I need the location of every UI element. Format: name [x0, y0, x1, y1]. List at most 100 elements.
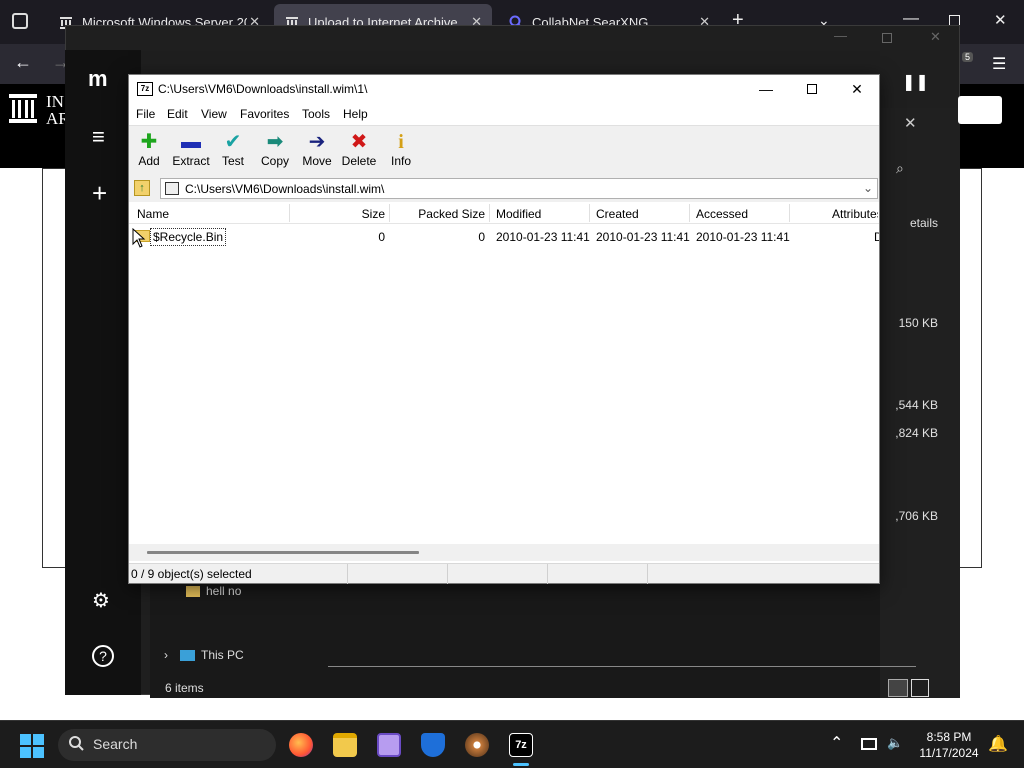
- taskbar-search[interactable]: Search: [58, 729, 276, 761]
- ia-logo[interactable]: IN AR: [8, 92, 70, 127]
- plus-icon[interactable]: +: [92, 178, 107, 209]
- col-packed-size[interactable]: Packed Size: [418, 207, 485, 221]
- drive-icon: [165, 182, 179, 195]
- details-label: etails: [909, 216, 938, 230]
- close-button[interactable]: ✕: [834, 75, 880, 104]
- double-arrow-icon: ➡: [266, 131, 284, 153]
- col-divider: [289, 204, 290, 222]
- minus-icon: ▬: [181, 131, 201, 153]
- menu-edit[interactable]: Edit: [167, 107, 188, 121]
- notification-bell-icon[interactable]: 🔔: [988, 734, 1008, 754]
- explorer-size-column: etails 150 KB ,544 KB ,824 KB ,706 KB: [880, 108, 960, 698]
- minimize-button[interactable]: —: [743, 75, 789, 104]
- explorer-search-box[interactable]: [958, 96, 1002, 124]
- table-row[interactable]: $Recycle.Bin 0 0 2010-01-23 11:41 2010-0…: [129, 224, 879, 248]
- windows-start-icon[interactable]: [20, 734, 44, 761]
- copy-button[interactable]: ➡ Copy: [253, 130, 297, 168]
- toolbar: ✚ Add ▬ Extract ✔ Test ➡ Copy ➔ Move ✖ D…: [129, 125, 879, 175]
- search-icon[interactable]: ⌕: [896, 160, 904, 177]
- info-button[interactable]: i Info: [379, 130, 423, 168]
- tiles-view-icon[interactable]: [911, 679, 929, 697]
- menu-icon[interactable]: ☰: [992, 54, 1006, 74]
- network-icon[interactable]: [861, 738, 877, 750]
- hamburger-icon[interactable]: ≡: [92, 124, 105, 150]
- help-icon[interactable]: ?: [92, 645, 114, 667]
- search-label: Search: [93, 736, 138, 752]
- row-accessed: 2010-01-23 11:41: [696, 230, 790, 244]
- status-segment: [348, 564, 448, 584]
- folder-icon: [186, 585, 200, 597]
- row-packed-size: 0: [478, 230, 485, 244]
- col-attributes[interactable]: Attributes: [832, 207, 878, 221]
- pause-icon[interactable]: ❚❚: [902, 72, 929, 92]
- menu-tools[interactable]: Tools: [302, 107, 330, 121]
- close-window-icon[interactable]: ✕: [994, 11, 1007, 29]
- menu-help[interactable]: Help: [343, 107, 368, 121]
- back-arrow-icon[interactable]: ←: [14, 52, 32, 73]
- maximize-button[interactable]: [789, 75, 835, 104]
- window-title: C:\Users\VM6\Downloads\install.wim\1\: [158, 82, 368, 96]
- move-label: Move: [302, 154, 332, 168]
- restore-icon[interactable]: [882, 33, 892, 43]
- extract-label: Extract: [172, 154, 210, 168]
- clock[interactable]: 8:58 PM 11/17/2024: [916, 729, 982, 761]
- test-button[interactable]: ✔ Test: [211, 130, 255, 168]
- extract-button[interactable]: ▬ Extract: [169, 130, 213, 168]
- active-app-indicator: [513, 763, 529, 766]
- floppy-app-icon[interactable]: [377, 733, 401, 757]
- copy-label: Copy: [260, 154, 289, 168]
- chevron-right-icon[interactable]: ›: [164, 648, 168, 662]
- mouse-cursor-icon: [132, 227, 146, 251]
- row-modified: 2010-01-23 11:41: [496, 230, 590, 244]
- add-button[interactable]: ✚ Add: [127, 130, 171, 168]
- taskbar: Search 7z ⌃ 🔈 8:58 PM 11/17/2024 🔔: [0, 720, 1024, 768]
- 7zip-taskbar-icon[interactable]: 7z: [509, 733, 533, 757]
- status-bar: 0 / 9 object(s) selected: [129, 563, 879, 584]
- details-view-icon[interactable]: [888, 679, 908, 697]
- scrollbar-thumb[interactable]: [147, 551, 419, 554]
- menu-view[interactable]: View: [201, 107, 227, 121]
- col-name[interactable]: Name: [137, 207, 169, 221]
- list-header: Name Size Packed Size Modified Created A…: [129, 202, 879, 224]
- settings-sliders-icon[interactable]: ⚙: [92, 588, 110, 613]
- status-segment: [548, 564, 648, 584]
- address-input[interactable]: C:\Users\VM6\Downloads\install.wim\ ⌄: [160, 178, 878, 199]
- tree-item-label: This PC: [201, 648, 244, 662]
- col-divider: [589, 204, 590, 222]
- clock-time: 8:58 PM: [926, 730, 972, 744]
- delete-button[interactable]: ✖ Delete: [337, 130, 381, 168]
- close-icon[interactable]: ✕: [904, 114, 917, 132]
- file-explorer-icon[interactable]: [333, 733, 357, 757]
- item-count: 6 items: [165, 681, 204, 695]
- col-created[interactable]: Created: [596, 207, 639, 221]
- file-size: ,824 KB: [895, 426, 938, 440]
- tree-item-label: hell no: [206, 584, 242, 598]
- move-button[interactable]: ➔ Move: [295, 130, 339, 168]
- col-divider: [689, 204, 690, 222]
- row-attributes: D: [874, 230, 879, 244]
- menu-file[interactable]: File: [136, 107, 155, 121]
- folder-up-icon[interactable]: ↑: [134, 180, 150, 196]
- volume-muted-icon[interactable]: 🔈: [887, 735, 903, 751]
- chevron-down-icon[interactable]: ⌄: [863, 181, 873, 195]
- plus-icon: ✚: [140, 131, 158, 153]
- arrow-right-icon: ➔: [308, 131, 326, 153]
- address-text: C:\Users\VM6\Downloads\install.wim\: [185, 182, 385, 196]
- tab-overview-icon[interactable]: [12, 13, 28, 29]
- clock-date: 11/17/2024: [919, 746, 979, 760]
- media-disc-icon[interactable]: [465, 733, 489, 757]
- file-list: $Recycle.Bin 0 0 2010-01-23 11:41 2010-0…: [129, 224, 879, 544]
- horizontal-scrollbar[interactable]: [129, 544, 879, 561]
- shield-icon[interactable]: [421, 733, 445, 757]
- minimize-icon[interactable]: —: [834, 28, 847, 43]
- file-size: ,544 KB: [895, 398, 938, 412]
- close-icon[interactable]: ✕: [930, 29, 941, 45]
- tree-item-hell-no[interactable]: hell no: [186, 584, 241, 598]
- chevron-up-icon[interactable]: ⌃: [830, 733, 843, 753]
- col-accessed[interactable]: Accessed: [696, 207, 748, 221]
- tree-item-this-pc[interactable]: › This PC: [164, 648, 244, 662]
- menu-favorites[interactable]: Favorites: [240, 107, 289, 121]
- firefox-icon[interactable]: [289, 733, 313, 757]
- col-size[interactable]: Size: [362, 207, 385, 221]
- col-modified[interactable]: Modified: [496, 207, 541, 221]
